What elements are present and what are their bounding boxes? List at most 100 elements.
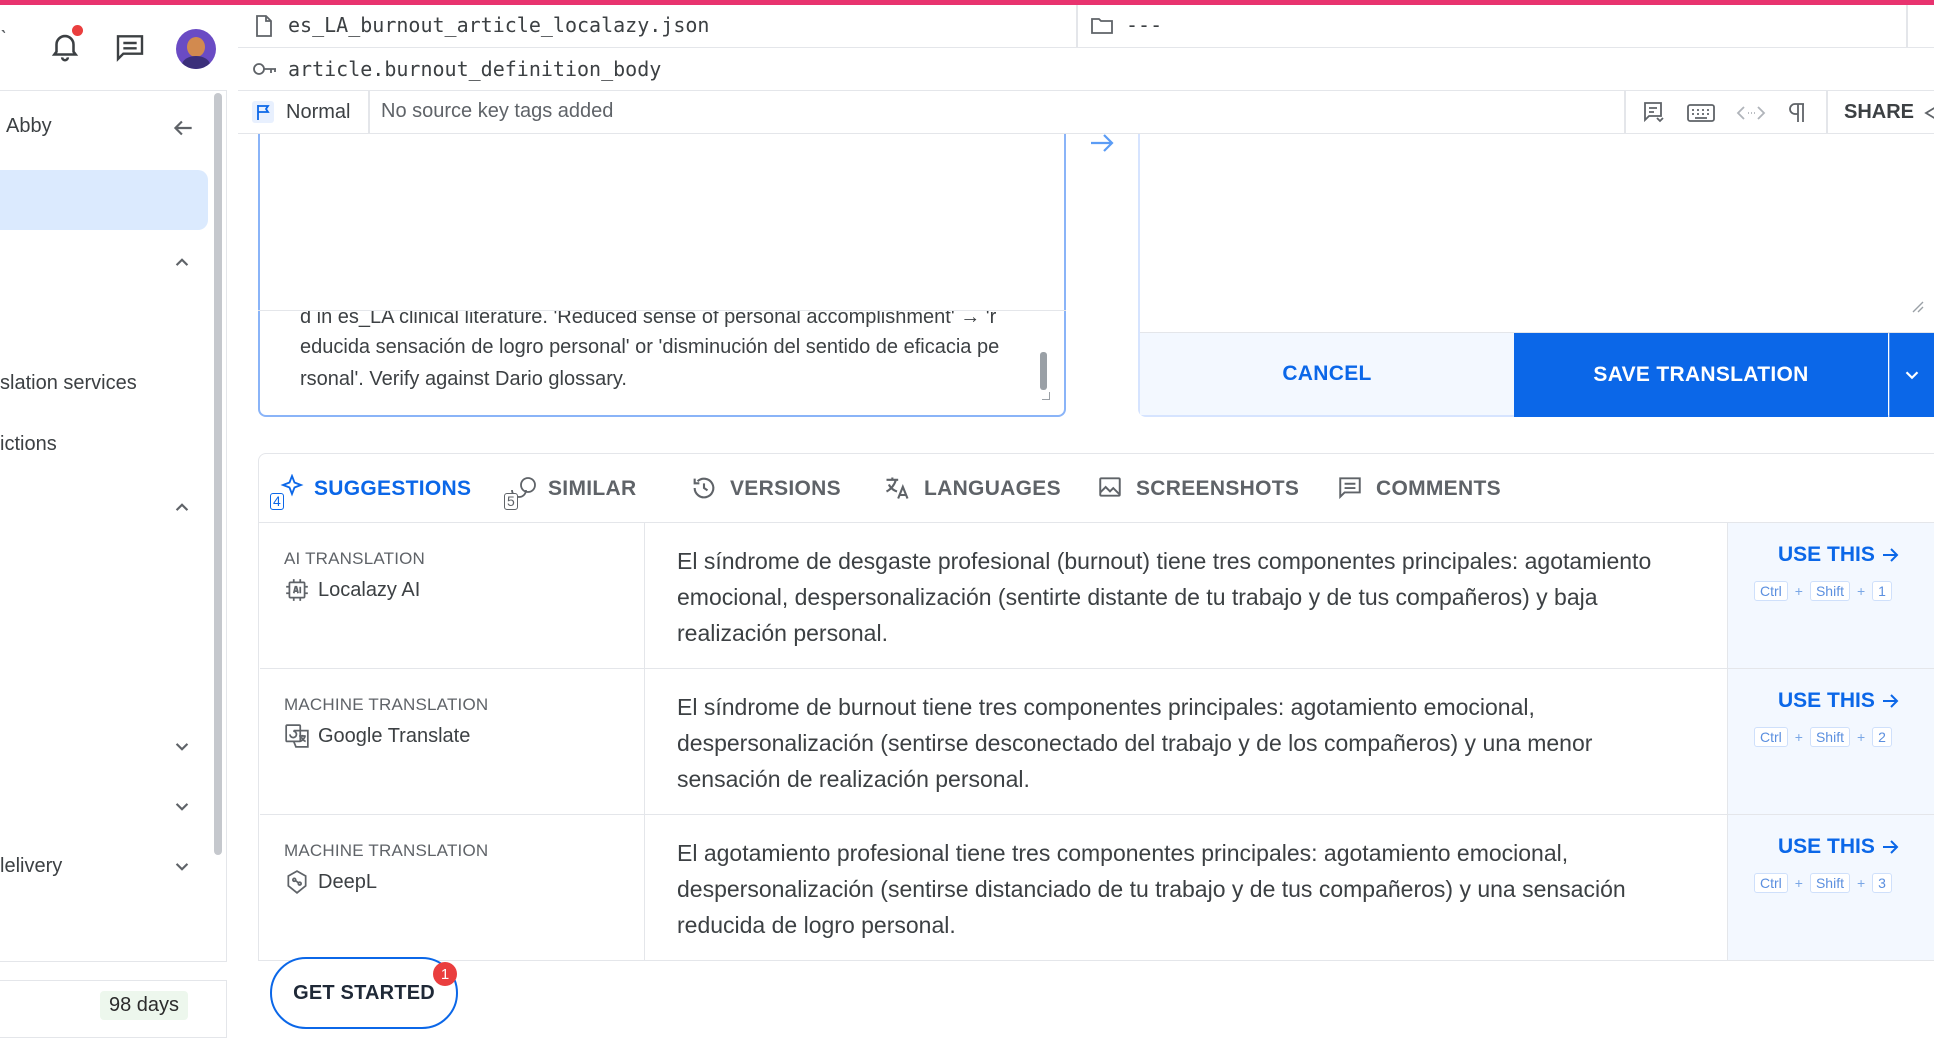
user-avatar[interactable] <box>176 29 216 69</box>
save-translation-button[interactable]: SAVE TRANSLATION <box>1514 333 1888 417</box>
use-this-button[interactable]: USE THIS <box>1778 835 1901 859</box>
suggestion-text[interactable]: El síndrome de desgaste profesional (bur… <box>677 543 1677 651</box>
key-meta-row: Normal No source key tags added SHARE <box>238 91 1934 134</box>
use-this-label: USE THIS <box>1778 835 1875 858</box>
kbd-shift: Shift <box>1809 727 1850 747</box>
messages-icon[interactable] <box>113 31 147 63</box>
source-key-row: article.burnout_definition_body <box>238 48 1934 91</box>
file-info-row: es_LA_burnout_article_localazy.json --- <box>238 5 1934 48</box>
key-type[interactable]: Normal <box>286 101 350 124</box>
sidebar-item-translation-services[interactable]: slation services <box>0 372 137 395</box>
sidebar-item-delivery[interactable]: lelivery <box>0 855 62 878</box>
chevron-down-icon[interactable] <box>169 793 195 819</box>
tab-suggestions[interactable]: 4 SUGGESTIONS <box>270 472 471 510</box>
provider-name: DeepL <box>318 870 377 893</box>
notifications-bell-icon[interactable] <box>48 25 83 63</box>
provider-name: Localazy AI <box>318 578 421 601</box>
chevron-down-icon <box>1905 371 1919 380</box>
provider-name: Google Translate <box>318 724 471 747</box>
collapse-sidebar-arrow-icon[interactable] <box>170 115 196 141</box>
tab-languages[interactable]: LANGUAGES <box>882 472 1061 506</box>
source-key[interactable]: article.burnout_definition_body <box>288 57 661 81</box>
key-icon <box>252 59 278 79</box>
kbd-ctrl: Ctrl <box>1754 581 1788 601</box>
suggestion-kind: MACHINE TRANSLATION <box>284 841 489 860</box>
row-divider <box>1826 91 1828 134</box>
trial-days-badge[interactable]: 98 days <box>100 991 189 1020</box>
avatar-shoulders <box>182 56 210 69</box>
tab-comments[interactable]: COMMENTS <box>1336 472 1501 506</box>
ai-chip-icon <box>284 577 318 603</box>
suggestion-text[interactable]: El agotamiento profesional tiene tres co… <box>677 835 1677 943</box>
suggestions-count: 4 <box>270 493 285 510</box>
chevron-up-icon[interactable] <box>169 495 195 521</box>
editor-resize-handle[interactable] <box>1910 299 1924 313</box>
kbd-plus: + <box>1794 729 1803 745</box>
suggestion-provider: Google Translate <box>284 723 470 749</box>
image-icon <box>1096 474 1124 504</box>
kbd-ctrl: Ctrl <box>1754 873 1788 893</box>
keyboard-icon[interactable] <box>1686 102 1716 124</box>
note-resize-handle[interactable] <box>1042 392 1050 400</box>
chevron-up-icon[interactable] <box>169 250 195 276</box>
chevron-down-icon[interactable] <box>169 733 195 759</box>
use-this-button[interactable]: USE THIS <box>1778 689 1901 713</box>
deepl-icon <box>284 869 318 895</box>
sidebar-scrollbar[interactable] <box>214 93 222 855</box>
file-icon <box>254 14 274 38</box>
tab-versions-label: VERSIONS <box>730 477 841 500</box>
use-this-label: USE THIS <box>1778 689 1875 712</box>
kbd-shift: Shift <box>1809 581 1850 601</box>
suggestion-provider: DeepL <box>284 869 377 895</box>
suggestion-actions: USE THIS Ctrl + Shift + 3 <box>1727 815 1934 960</box>
file-name[interactable]: es_LA_burnout_article_localazy.json <box>288 13 709 37</box>
kbd-plus: + <box>1794 583 1803 599</box>
folder-path[interactable]: --- <box>1126 13 1162 37</box>
share-icon[interactable] <box>1922 104 1934 122</box>
kbd-number: 2 <box>1872 727 1892 747</box>
arrow-right-icon <box>1882 548 1899 562</box>
keyboard-shortcut: Ctrl + Shift + 2 <box>1754 727 1892 747</box>
chevron-down-icon[interactable] <box>169 853 195 879</box>
suggestion-text[interactable]: El síndrome de burnout tiene tres compon… <box>677 689 1677 797</box>
share-button[interactable]: SHARE <box>1844 101 1914 124</box>
comment-icon <box>1336 474 1364 504</box>
copy-source-arrow-icon[interactable] <box>1088 130 1116 156</box>
save-options-dropdown[interactable] <box>1889 333 1934 417</box>
kbd-plus: + <box>1856 729 1866 745</box>
similar-count: 5 <box>504 493 519 510</box>
sidebar-item-instructions[interactable]: ictions <box>0 433 57 456</box>
note-scrollbar[interactable] <box>1040 352 1047 390</box>
kbd-plus: + <box>1794 875 1803 891</box>
notification-dot <box>72 25 83 36</box>
tab-screenshots[interactable]: SCREENSHOTS <box>1096 472 1299 506</box>
key-details-icon[interactable] <box>1641 100 1665 126</box>
kbd-plus: + <box>1856 583 1866 599</box>
translate-icon <box>882 474 912 504</box>
cancel-button[interactable]: CANCEL <box>1140 333 1514 415</box>
suggestion-source: MACHINE TRANSLATION DeepL <box>260 815 645 960</box>
tab-versions[interactable]: VERSIONS <box>690 472 841 506</box>
row-divider <box>368 91 370 134</box>
flag-icon <box>252 101 274 123</box>
suggestion-provider: Localazy AI <box>284 577 420 603</box>
code-tags-icon[interactable] <box>1736 103 1766 123</box>
suggestion-kind: MACHINE TRANSLATION <box>284 695 489 714</box>
key-tags-text[interactable]: No source key tags added <box>381 100 613 123</box>
keyboard-shortcut: Ctrl + Shift + 3 <box>1754 873 1892 893</box>
pilcrow-icon[interactable] <box>1786 101 1808 125</box>
note-line-2: rsonal'. Verify against Dario glossary. <box>300 368 627 390</box>
get-started-button[interactable]: GET STARTED <box>270 957 458 1029</box>
source-note[interactable]: d in es_LA clinical literature. 'Reduced… <box>258 310 1066 417</box>
suggestion-kind: AI TRANSLATION <box>284 549 426 568</box>
collapsed-menu-icon[interactable]: ˋ <box>0 27 12 51</box>
sidebar-user-name: Abby <box>6 115 52 137</box>
use-this-button[interactable]: USE THIS <box>1778 543 1901 567</box>
tab-similar[interactable]: 5 SIMILAR <box>504 472 636 510</box>
avatar-face <box>187 37 205 57</box>
suggestion-source: MACHINE TRANSLATION Google Translate <box>260 669 645 814</box>
note-line-partial: d in es_LA clinical literature. 'Reduced… <box>300 310 997 328</box>
sidebar-active-item[interactable] <box>0 170 208 230</box>
get-started-badge: 1 <box>433 962 457 986</box>
row-divider <box>1906 5 1908 48</box>
